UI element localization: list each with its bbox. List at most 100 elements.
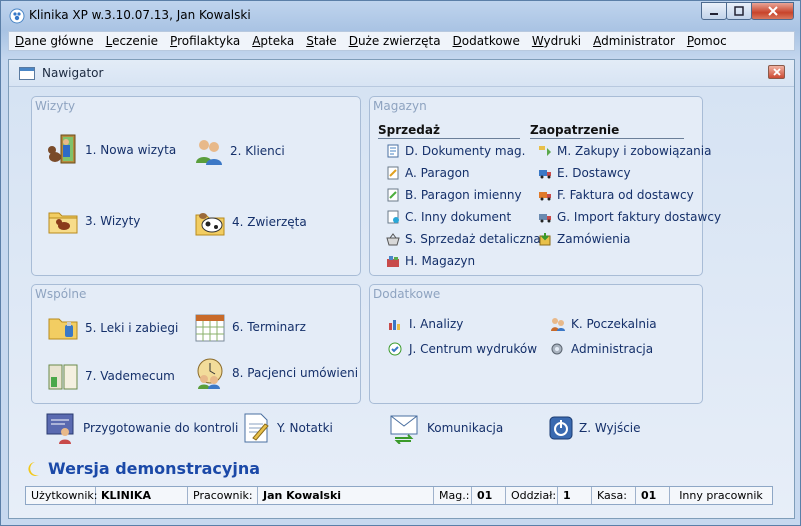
menu-dane-glowne[interactable]: Dane główne bbox=[9, 32, 100, 50]
menu-wydruki[interactable]: Wydruki bbox=[526, 32, 587, 50]
group-title: Wizyty bbox=[35, 99, 76, 113]
warehouse-label: Mag.: bbox=[434, 487, 472, 504]
orders-icon bbox=[539, 233, 551, 246]
other-worker-button[interactable]: Inny pracownik bbox=[670, 487, 772, 504]
maximize-button[interactable] bbox=[726, 2, 752, 20]
invoice-truck-icon bbox=[539, 192, 551, 201]
animals-folder-icon bbox=[195, 213, 225, 236]
warehouse-icon bbox=[387, 256, 399, 267]
inspection-icon bbox=[46, 413, 74, 444]
notes-button[interactable]: Y. Notatki bbox=[243, 412, 333, 444]
maximize-icon bbox=[734, 6, 744, 16]
new-visit-icon bbox=[48, 134, 76, 164]
menu-apteka[interactable]: Apteka bbox=[246, 32, 300, 50]
administration-item[interactable]: Administracja bbox=[550, 342, 653, 356]
receipt-item[interactable]: A. Paragon bbox=[386, 166, 470, 180]
schedule-button[interactable]: 6. Terminarz bbox=[194, 311, 306, 343]
waiting-room-icon bbox=[551, 318, 565, 331]
visits-button[interactable]: 3. Wizyty bbox=[47, 207, 140, 235]
menu-bar: Dane główne Leczenie Profilaktyka Apteka… bbox=[8, 31, 795, 51]
worker-value: Jan Kowalski bbox=[258, 487, 434, 504]
minimize-button[interactable] bbox=[701, 2, 727, 20]
other-document-item[interactable]: C. Inny dokument bbox=[386, 210, 511, 224]
drugs-folder-icon bbox=[48, 318, 78, 340]
gear-icon bbox=[551, 343, 563, 355]
book-icon bbox=[48, 364, 78, 390]
navigator-title: Nawigator bbox=[42, 66, 104, 80]
envelope-arrows-icon bbox=[390, 415, 418, 444]
waiting-room-item[interactable]: K. Poczekalnia bbox=[550, 317, 657, 331]
close-icon bbox=[767, 6, 778, 16]
bar-chart-icon bbox=[389, 320, 400, 330]
new-visit-button[interactable]: 1. Nowa wizyta bbox=[47, 133, 176, 167]
menu-duze-zwierzeta[interactable]: Duże zwierzęta bbox=[343, 32, 447, 50]
animals-button[interactable]: 4. Zwierzęta bbox=[194, 207, 307, 237]
clients-button[interactable]: 2. Klienci bbox=[194, 137, 285, 165]
analyses-item[interactable]: I. Analizy bbox=[388, 317, 463, 331]
group-wspolne: Wspólne 5. Leki i zabiegi 6. Terminarz 7… bbox=[31, 284, 361, 404]
user-value: KLINIKA bbox=[96, 487, 188, 504]
menu-stale[interactable]: Stałe bbox=[300, 32, 342, 50]
other-document-icon bbox=[387, 210, 399, 224]
main-window: Klinika XP w.3.10.07.13, Jan Kowalski Da… bbox=[0, 0, 801, 526]
app-paw-icon bbox=[9, 8, 25, 24]
truck-icon bbox=[539, 170, 551, 179]
vademecum-button[interactable]: 7. Vademecum bbox=[47, 361, 175, 391]
supply-header: Zaopatrzenie bbox=[530, 123, 684, 139]
warehouse-item[interactable]: H. Magazyn bbox=[386, 254, 475, 268]
close-button[interactable] bbox=[751, 2, 794, 20]
receipt-icon bbox=[387, 166, 399, 180]
group-title: Dodatkowe bbox=[373, 287, 441, 301]
inspection-prep-button[interactable]: Przygotowanie do kontroli bbox=[45, 412, 238, 444]
navigator-close-button[interactable] bbox=[768, 65, 785, 79]
named-receipt-icon bbox=[387, 188, 399, 202]
scheduled-patients-button[interactable]: 8. Pacjenci umówieni bbox=[194, 357, 358, 389]
menu-dodatkowe[interactable]: Dodatkowe bbox=[447, 32, 526, 50]
menu-administrator[interactable]: Administrator bbox=[587, 32, 681, 50]
retail-sale-item[interactable]: S. Sprzedaż detaliczna bbox=[386, 232, 541, 246]
named-receipt-item[interactable]: B. Paragon imienny bbox=[386, 188, 522, 202]
group-magazyn: Magazyn Sprzedaż Zaopatrzenie D. Dokumen… bbox=[369, 96, 721, 276]
orders-item[interactable]: Zamówienia bbox=[538, 232, 630, 246]
group-title: Magazyn bbox=[373, 99, 427, 113]
menu-pomoc[interactable]: Pomoc bbox=[681, 32, 733, 50]
demo-version-label: Wersja demonstracyjna bbox=[48, 459, 260, 478]
navigator-panel: Nawigator Wizyty 1. Nowa wizyta 2. Klien… bbox=[8, 59, 795, 519]
group-dodatkowe: Dodatkowe I. Analizy K. Poczekalnia J. C… bbox=[369, 284, 703, 404]
calendar-icon bbox=[195, 314, 225, 342]
navigator-icon bbox=[19, 67, 35, 80]
menu-leczenie[interactable]: Leczenie bbox=[100, 32, 164, 50]
print-center-icon bbox=[388, 342, 402, 356]
drugs-procedures-button[interactable]: 5. Leki i zabiegi bbox=[47, 313, 178, 343]
close-icon bbox=[772, 68, 781, 76]
group-wizyty: Wizyty 1. Nowa wizyta 2. Klienci 3. Wizy… bbox=[31, 96, 361, 276]
clock-people-icon bbox=[197, 358, 223, 389]
demo-banner: Wersja demonstracyjna bbox=[26, 459, 260, 478]
power-icon bbox=[549, 416, 573, 440]
supplier-invoice-item[interactable]: F. Faktura od dostawcy bbox=[538, 188, 694, 202]
purchases-item[interactable]: M. Zakupy i zobowiązania bbox=[538, 144, 711, 158]
cash-label: Kasa: bbox=[592, 487, 636, 504]
sales-documents-item[interactable]: D. Dokumenty mag. bbox=[386, 144, 525, 158]
clients-icon bbox=[196, 140, 222, 165]
import-icon bbox=[539, 214, 551, 223]
minimize-icon bbox=[710, 13, 718, 15]
notes-icon bbox=[244, 413, 269, 443]
navigator-header: Nawigator bbox=[9, 60, 794, 87]
purchases-icon bbox=[539, 146, 551, 156]
user-label: Użytkownik: bbox=[26, 487, 97, 504]
basket-icon bbox=[386, 233, 400, 246]
invoice-import-item[interactable]: G. Import faktury dostawcy bbox=[538, 210, 721, 224]
communication-button[interactable]: Komunikacja bbox=[389, 412, 503, 444]
warehouse-value: 01 bbox=[472, 487, 506, 504]
exit-button[interactable]: Z. Wyjście bbox=[549, 416, 641, 440]
moon-icon bbox=[28, 461, 39, 476]
title-bar: Klinika XP w.3.10.07.13, Jan Kowalski bbox=[1, 1, 800, 31]
cash-value: 01 bbox=[636, 487, 670, 504]
print-center-item[interactable]: J. Centrum wydruków bbox=[388, 342, 537, 356]
window-title: Klinika XP w.3.10.07.13, Jan Kowalski bbox=[29, 8, 251, 22]
suppliers-item[interactable]: E. Dostawcy bbox=[538, 166, 631, 180]
department-label: Oddział: bbox=[506, 487, 558, 504]
menu-profilaktyka[interactable]: Profilaktyka bbox=[164, 32, 246, 50]
worker-label: Pracownik: bbox=[188, 487, 258, 504]
